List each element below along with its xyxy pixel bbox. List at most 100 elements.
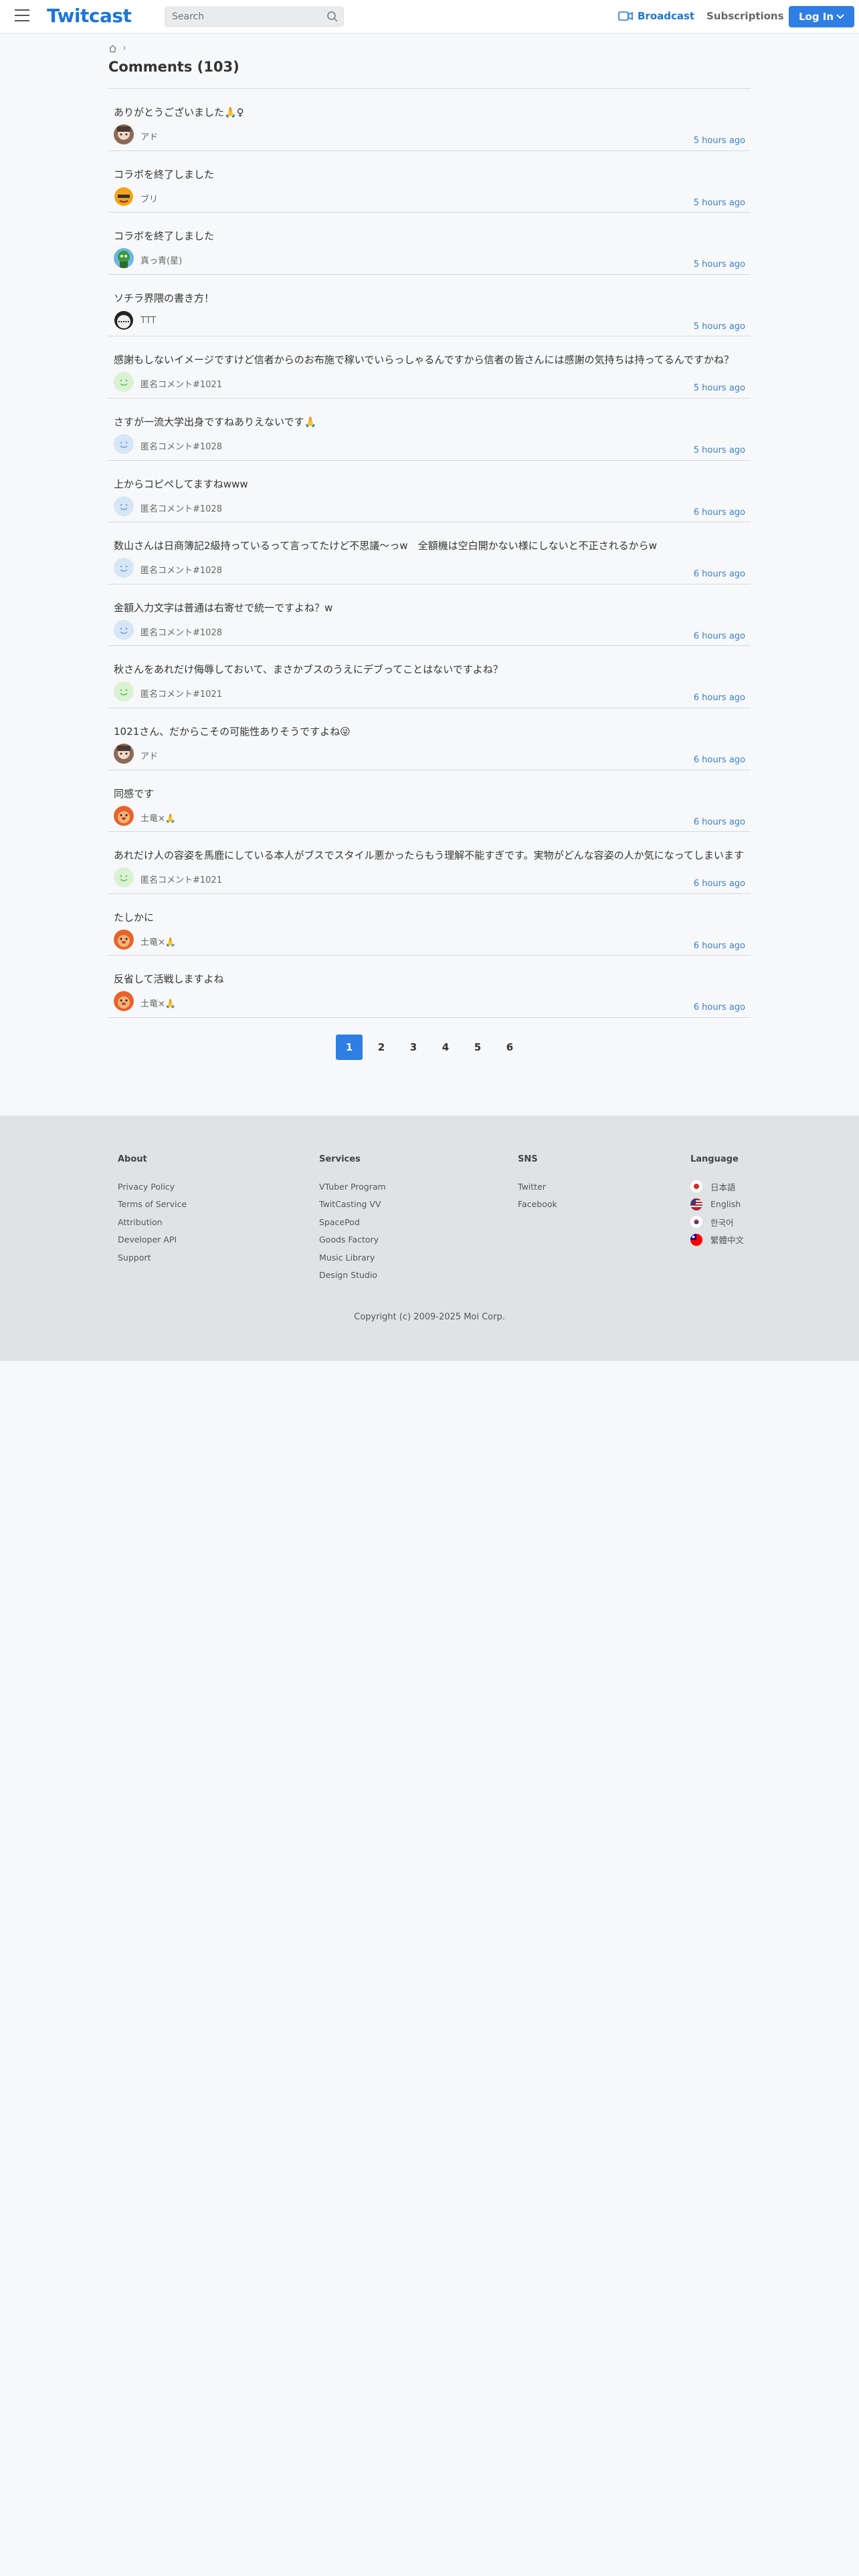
comment-time-link[interactable]: 5 hours ago — [694, 136, 745, 146]
footer-link[interactable]: TwitCasting VV — [319, 1196, 386, 1214]
footer-link[interactable]: SpacePod — [319, 1213, 386, 1231]
user-name[interactable]: 匿名コメント#1028 — [140, 439, 222, 452]
footer-link-label: Privacy Policy — [118, 1181, 175, 1192]
user-name[interactable]: TTT — [140, 316, 156, 326]
user-name[interactable]: 土竜×🙏 — [140, 811, 176, 824]
user-avatar[interactable] — [114, 991, 134, 1012]
footer-link[interactable]: English — [690, 1196, 744, 1214]
footer-link[interactable]: Design Studio — [319, 1267, 386, 1285]
comment-time-link[interactable]: 5 hours ago — [694, 445, 745, 455]
user-name[interactable]: 土竜×🙏 — [140, 996, 176, 1009]
user-avatar[interactable] — [114, 681, 134, 702]
footer-link[interactable]: Privacy Policy — [118, 1178, 187, 1196]
site-logo[interactable]: Twitcast — [47, 5, 132, 27]
user-name[interactable]: 真っ青(星) — [140, 253, 182, 266]
footer-link[interactable]: 日本語 — [690, 1178, 744, 1196]
user-avatar[interactable] — [114, 496, 134, 516]
home-icon[interactable] — [108, 44, 117, 53]
user-avatar[interactable] — [114, 743, 134, 764]
user-avatar[interactable] — [114, 248, 134, 269]
user-avatar[interactable] — [114, 619, 134, 640]
user-name[interactable]: 匿名コメント#1028 — [140, 563, 222, 576]
menu-icon[interactable] — [15, 9, 29, 23]
footer-link-label: Goods Factory — [319, 1235, 379, 1245]
page-button-3[interactable]: 3 — [400, 1035, 427, 1060]
footer-link-label: English — [710, 1199, 741, 1210]
user-name[interactable]: 匿名コメント#1021 — [140, 377, 222, 390]
comment-item: 上からコピペしてますねwww 匿名コメント#1028 6 hours ago — [108, 461, 751, 523]
search-input[interactable] — [165, 7, 344, 27]
user-avatar[interactable] — [114, 433, 134, 454]
comment-item: 金額入力文字は普通は右寄せで統一ですよね？w 匿名コメント#1028 6 hours… — [108, 584, 751, 647]
user-avatar[interactable] — [114, 558, 134, 578]
user-avatar[interactable] — [114, 124, 134, 144]
footer-link[interactable]: Developer API — [118, 1231, 187, 1249]
user-name[interactable]: 土竜×🙏 — [140, 935, 176, 948]
camera-icon — [618, 11, 633, 21]
user-avatar[interactable] — [114, 929, 134, 950]
user-avatar[interactable] — [114, 186, 134, 207]
comment-time-link[interactable]: 6 hours ago — [694, 631, 745, 641]
page-button-1[interactable]: 1 — [336, 1035, 363, 1060]
comment-text: コラボを終了しました — [114, 230, 215, 243]
user-avatar[interactable] — [114, 805, 134, 826]
flag-icon — [690, 1180, 702, 1193]
footer-services: Services VTuber Program TwitCasting VV Spa… — [319, 1154, 386, 1284]
user-avatar[interactable] — [114, 372, 134, 393]
comment-item: たしかに土竜×🙏 6 hours ago — [108, 894, 751, 956]
comment-time-link[interactable]: 5 hours ago — [694, 322, 745, 332]
comment-time-link[interactable]: 6 hours ago — [694, 817, 745, 827]
footer-link-label: Twitter — [518, 1181, 546, 1192]
user-name[interactable]: 匿名コメント#1028 — [140, 625, 222, 638]
footer-link[interactable]: Goods Factory — [319, 1231, 386, 1249]
comment-time-link[interactable]: 6 hours ago — [694, 508, 745, 518]
user-name[interactable]: 匿名コメント#1021 — [140, 873, 222, 885]
user-name[interactable]: アド — [140, 130, 158, 142]
footer-link[interactable]: Twitter — [518, 1178, 557, 1196]
footer-link[interactable]: 繁體中文 — [690, 1231, 744, 1249]
footer-link[interactable]: VTuber Program — [319, 1178, 386, 1196]
user-name[interactable]: アド — [140, 749, 158, 762]
comment-item: 秋さんをあれだけ侮辱しておいて、まさかブスのうえにデブってことはないですよね？ 匿… — [108, 646, 751, 708]
pagination: 123456 — [108, 1035, 751, 1060]
comment-time-link[interactable]: 5 hours ago — [694, 198, 745, 208]
page-title: Comments (103) — [108, 59, 240, 75]
subscriptions-link[interactable]: Subscriptions — [706, 10, 784, 22]
footer-link-label: 繁體中文 — [710, 1235, 745, 1246]
comment-time-link[interactable]: 5 hours ago — [694, 259, 745, 270]
footer-link[interactable]: Facebook — [518, 1196, 557, 1214]
page-button-4[interactable]: 4 — [432, 1035, 459, 1060]
comment-time-link[interactable]: 6 hours ago — [694, 879, 745, 889]
footer-link[interactable]: Terms of Service — [118, 1196, 187, 1214]
user-name[interactable]: ブリ — [140, 192, 158, 205]
broadcast-button[interactable]: Broadcast — [618, 9, 694, 23]
footer-link[interactable]: Attribution — [118, 1213, 187, 1231]
login-button[interactable]: Log In — [789, 6, 854, 27]
user-name[interactable]: 匿名コメント#1028 — [140, 502, 222, 514]
chevron-down-icon — [836, 14, 844, 19]
comment-time-link[interactable]: 6 hours ago — [694, 941, 745, 951]
comment-text: たしかに — [114, 911, 155, 924]
comment-time-link[interactable]: 6 hours ago — [694, 569, 745, 579]
comment-time-link[interactable]: 6 hours ago — [694, 1002, 745, 1012]
user-avatar[interactable] — [114, 310, 134, 330]
footer-link[interactable]: Support — [118, 1249, 187, 1267]
comment-text: あれだけ人の容姿を馬鹿にしている本人がブスでスタイル悪かったらもう理解不能すぎで… — [114, 849, 744, 862]
comment-item: あれだけ人の容姿を馬鹿にしている本人がブスでスタイル悪かったらもう理解不能すぎで… — [108, 832, 751, 894]
footer-about-title: About — [118, 1154, 147, 1164]
flag-icon — [690, 1216, 702, 1228]
page-button-2[interactable]: 2 — [368, 1035, 395, 1060]
comment-time-link[interactable]: 6 hours ago — [694, 755, 745, 765]
footer-link[interactable]: Music Library — [319, 1249, 386, 1267]
comment-time-link[interactable]: 5 hours ago — [694, 383, 745, 393]
user-name[interactable]: 匿名コメント#1021 — [140, 687, 222, 700]
footer-services-title: Services — [319, 1154, 361, 1164]
footer-link-label: Developer API — [118, 1235, 177, 1245]
comment-time-link[interactable]: 6 hours ago — [694, 693, 745, 703]
user-avatar[interactable] — [114, 867, 134, 888]
footer-link[interactable]: 한국어 — [690, 1213, 744, 1231]
search-icon[interactable] — [326, 11, 339, 23]
page-button-5[interactable]: 5 — [464, 1035, 491, 1060]
page-button-6[interactable]: 6 — [496, 1035, 523, 1060]
footer: About Privacy Policy Terms of Service Attr… — [0, 1115, 859, 1361]
